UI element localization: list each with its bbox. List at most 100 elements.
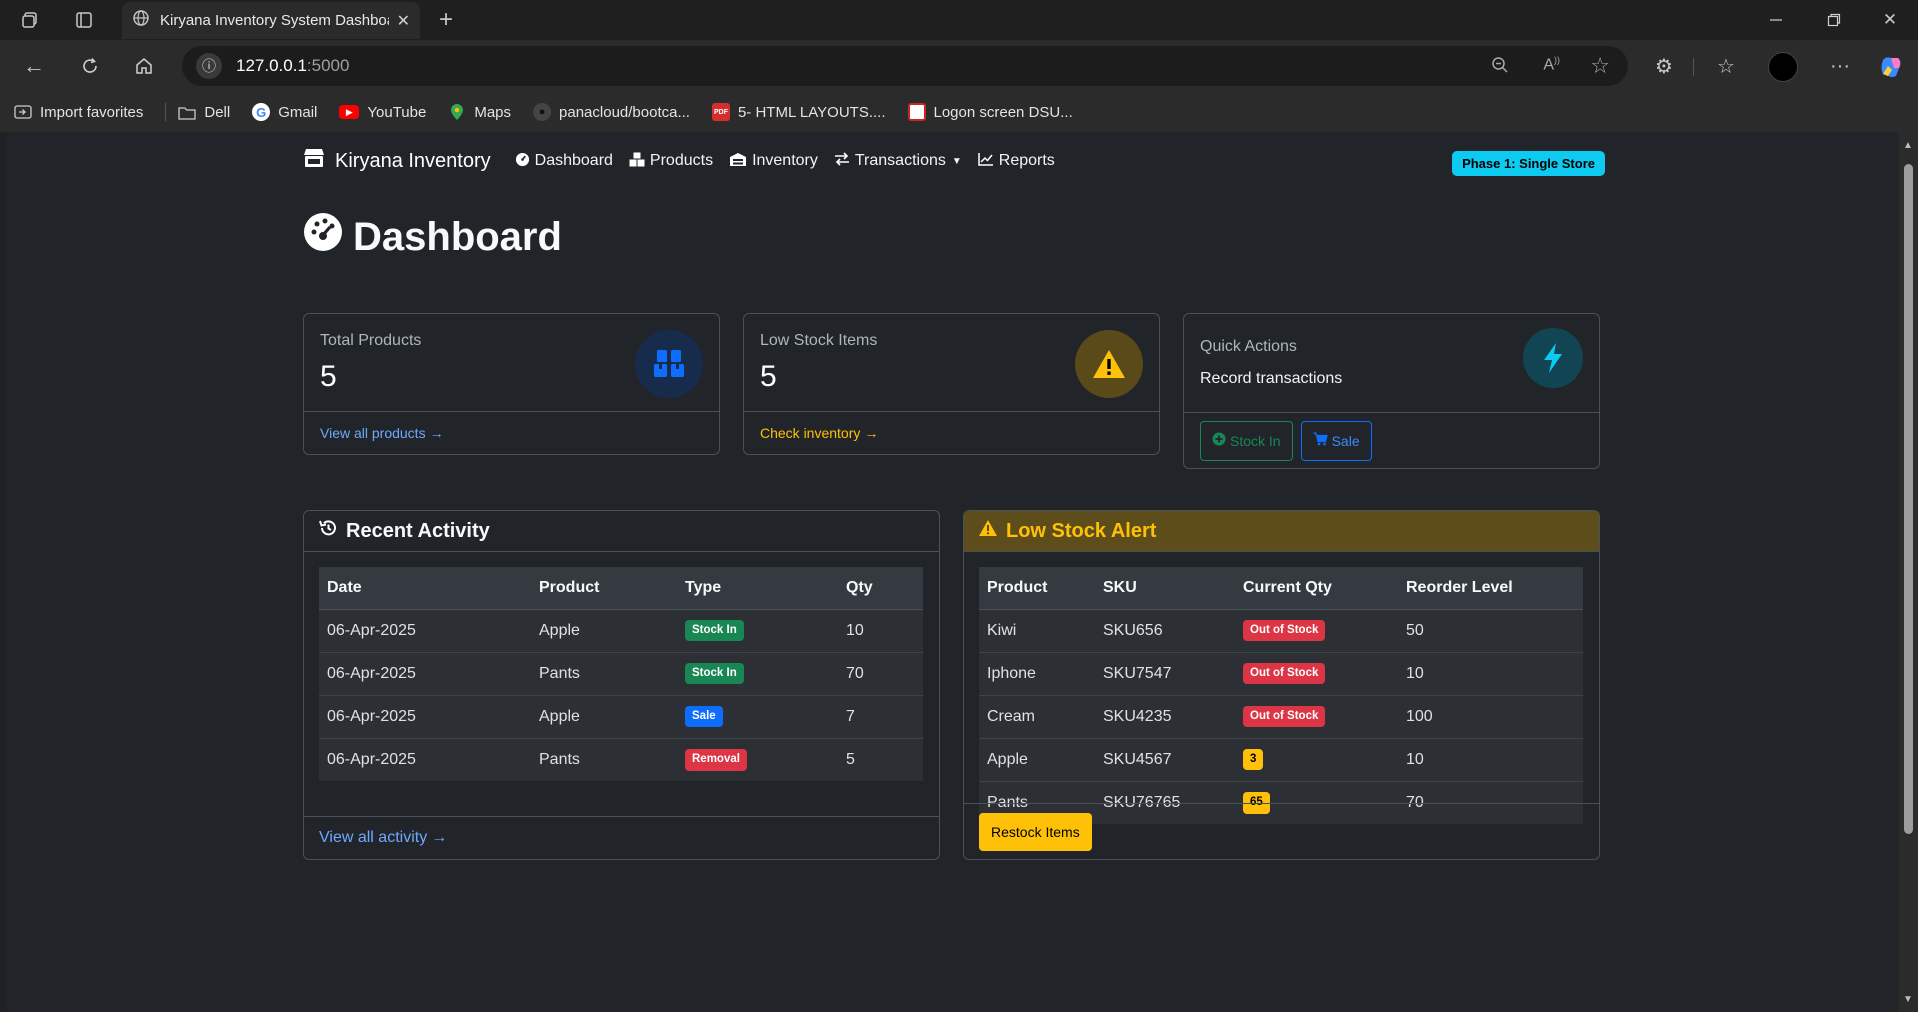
nav-reports[interactable]: Reports xyxy=(978,152,1055,170)
extensions-icon[interactable]: ⚙ xyxy=(1650,52,1678,80)
close-tab-icon[interactable]: ✕ xyxy=(397,11,410,31)
active-browser-tab[interactable]: Kiryana Inventory System Dashboard ✕ xyxy=(122,2,420,39)
github-icon: ● xyxy=(533,103,552,121)
warehouse-icon xyxy=(729,152,747,171)
qty-badge: Out of Stock xyxy=(1243,705,1326,728)
brand[interactable]: Kiryana Inventory xyxy=(303,148,491,174)
column-header: Qty xyxy=(838,567,923,610)
bookmark-github[interactable]: ● panacloud/bootca... xyxy=(533,103,690,121)
profile-avatar[interactable] xyxy=(1768,52,1798,82)
bookmark-logon-screen[interactable]: Logon screen DSU... xyxy=(907,103,1073,121)
table-row: 06-Apr-2025 Apple Sale 7 xyxy=(319,694,923,738)
boxes-icon xyxy=(635,330,703,398)
scroll-down-icon[interactable]: ▼ xyxy=(1903,994,1913,1005)
date-cell: 06-Apr-2025 xyxy=(319,651,531,695)
workspaces-icon[interactable] xyxy=(18,8,42,32)
qty-cell: Out of Stock xyxy=(1235,694,1398,738)
qty-badge: Out of Stock xyxy=(1243,619,1326,642)
caret-down-icon: ▼ xyxy=(951,155,962,167)
type-badge: Stock In xyxy=(685,619,744,642)
copilot-icon[interactable] xyxy=(1876,52,1906,82)
bookmark-gmail[interactable]: G Gmail xyxy=(252,103,317,121)
bookmark-import-favorites[interactable]: Import favorites xyxy=(14,103,143,121)
bookmarks-bar: Import favorites Dell G Gmail ▶ YouTube … xyxy=(0,92,1918,132)
address-bar[interactable]: ⓘ 127.0.0.1:5000 A)) ☆ xyxy=(182,46,1628,86)
bookmark-html-layouts[interactable]: PDF 5- HTML LAYOUTS.... xyxy=(711,103,886,121)
view-all-products-link[interactable]: View all products → xyxy=(320,425,444,441)
card-footer: View all products → xyxy=(304,411,719,454)
panel-header: Low Stock Alert xyxy=(964,511,1599,552)
sku-cell: SKU7547 xyxy=(1095,651,1235,695)
product-cell: Apple xyxy=(531,694,677,738)
read-aloud-icon[interactable]: A)) xyxy=(1543,55,1560,74)
bookmark-dell[interactable]: Dell xyxy=(178,103,230,121)
product-cell: Apple xyxy=(979,737,1095,781)
tab-actions-icon[interactable] xyxy=(72,8,96,32)
table-row: Kiwi SKU656 Out of Stock 50 xyxy=(979,608,1583,652)
bookmark-youtube[interactable]: ▶ YouTube xyxy=(339,104,426,121)
address-bar-row: ← ⓘ 127.0.0.1:5000 A)) ☆ ⚙ ☆ ··· xyxy=(0,40,1918,92)
nav-products[interactable]: Products xyxy=(629,152,713,171)
import-icon xyxy=(14,103,32,121)
type-badge: Removal xyxy=(685,749,747,771)
arrow-right-icon: → xyxy=(864,425,879,441)
restore-icon[interactable] xyxy=(1820,6,1848,34)
scrollbar-thumb[interactable] xyxy=(1904,164,1913,834)
home-icon[interactable] xyxy=(130,52,158,80)
sale-button[interactable]: Sale xyxy=(1300,420,1372,461)
sku-cell: SKU4235 xyxy=(1095,694,1235,738)
nav-inventory[interactable]: Inventory xyxy=(729,152,818,171)
card-footer: Check inventory → xyxy=(744,411,1159,454)
scroll-up-icon[interactable]: ▲ xyxy=(1903,140,1913,151)
date-cell: 06-Apr-2025 xyxy=(319,608,531,652)
page-title: Dashboard xyxy=(303,212,562,262)
product-cell: Iphone xyxy=(979,651,1095,695)
column-header: Product xyxy=(979,567,1095,610)
date-cell: 06-Apr-2025 xyxy=(319,737,531,781)
toolbar-divider xyxy=(1693,58,1694,76)
reorder-cell: 10 xyxy=(1398,737,1583,781)
product-cell: Apple xyxy=(531,608,677,652)
check-inventory-link[interactable]: Check inventory → xyxy=(760,425,878,441)
view-all-activity-link[interactable]: View all activity → xyxy=(319,829,447,847)
type-cell: Sale xyxy=(677,694,838,738)
site-info-icon[interactable]: ⓘ xyxy=(196,53,222,79)
page-viewport: Kiryana Inventory Dashboard Products Inv… xyxy=(6,132,1899,1012)
arrow-right-icon: → xyxy=(429,425,444,441)
favorite-star-icon[interactable]: ☆ xyxy=(1590,53,1610,79)
minimize-icon[interactable] xyxy=(1762,6,1790,34)
table-row: 06-Apr-2025 Pants Stock In 70 xyxy=(319,651,923,695)
card-footer: Stock In Sale xyxy=(1184,412,1599,468)
more-menu-icon[interactable]: ··· xyxy=(1826,52,1854,80)
table-header-row: Date Product Type Qty xyxy=(319,567,923,610)
column-header: Date xyxy=(319,567,531,610)
restock-items-button[interactable]: Restock Items xyxy=(979,812,1092,851)
back-icon[interactable]: ← xyxy=(20,52,48,80)
close-window-icon[interactable]: ✕ xyxy=(1876,6,1904,34)
panel-footer: Restock Items xyxy=(964,803,1599,859)
panel-title: Recent Activity xyxy=(346,519,490,542)
table-header-row: Product SKU Current Qty Reorder Level xyxy=(979,567,1583,610)
youtube-icon: ▶ xyxy=(339,105,360,119)
bookmark-divider xyxy=(165,103,167,121)
bookmark-maps[interactable]: Maps xyxy=(448,103,511,121)
maps-icon xyxy=(448,103,466,121)
stock-in-button[interactable]: Stock In xyxy=(1200,420,1293,461)
column-header: Product xyxy=(531,567,677,610)
zoom-icon[interactable] xyxy=(1490,55,1510,80)
product-cell: Pants xyxy=(531,651,677,695)
favorites-icon[interactable]: ☆ xyxy=(1712,52,1740,80)
low-stock-card: Low Stock Items 5 Check inventory → xyxy=(743,313,1160,455)
qty-cell: 70 xyxy=(838,651,923,695)
page-scrollbar[interactable]: ▲ ▼ xyxy=(1899,132,1918,1012)
qty-cell: 7 xyxy=(838,694,923,738)
sku-cell: SKU4567 xyxy=(1095,737,1235,781)
new-tab-icon[interactable]: + xyxy=(432,6,460,34)
type-cell: Stock In xyxy=(677,608,838,652)
nav-dashboard[interactable]: Dashboard xyxy=(515,152,613,171)
qty-cell: Out of Stock xyxy=(1235,608,1398,652)
qty-badge: 3 xyxy=(1243,748,1264,771)
nav-transactions-dropdown[interactable]: Transactions ▼ xyxy=(834,152,962,170)
refresh-icon[interactable] xyxy=(76,52,104,80)
globe-icon xyxy=(132,9,150,32)
